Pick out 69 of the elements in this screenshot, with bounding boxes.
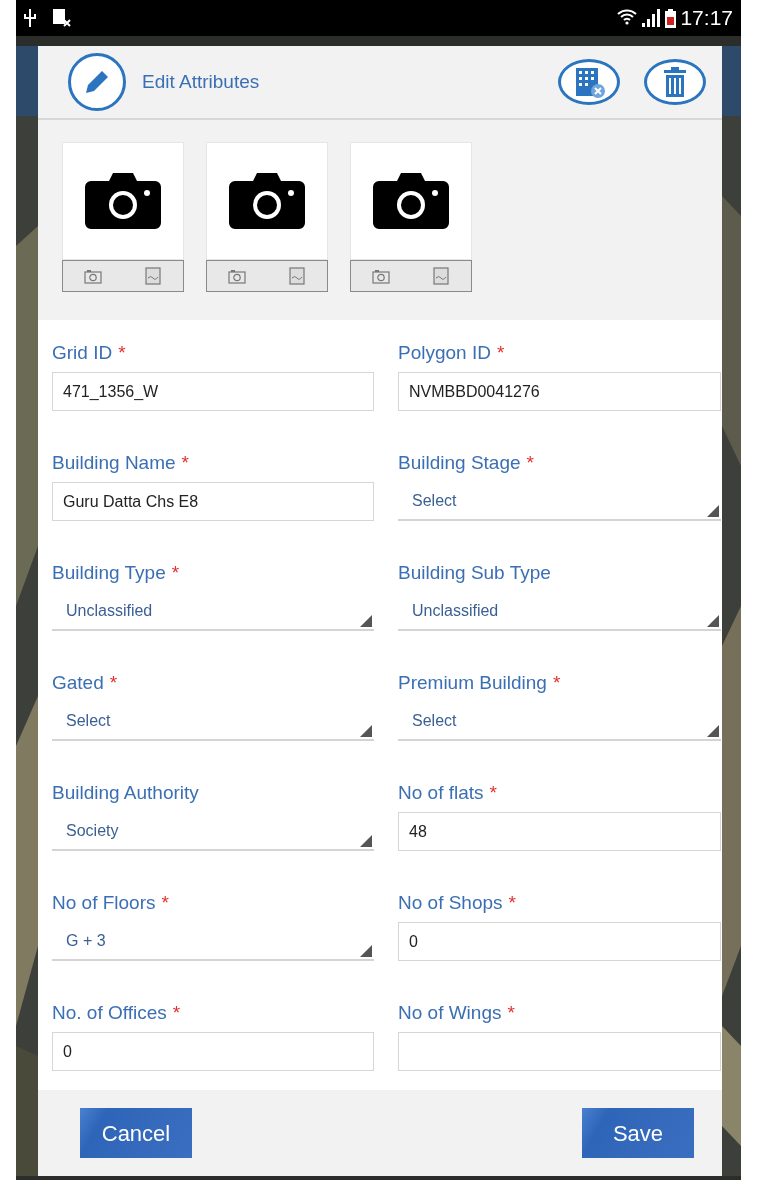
required-mark: * xyxy=(496,340,505,365)
required-mark: * xyxy=(118,340,126,365)
save-button[interactable]: Save xyxy=(582,1108,694,1158)
input-field[interactable] xyxy=(398,1032,721,1071)
field-label: Building Type xyxy=(52,560,166,585)
image-icon xyxy=(145,267,161,285)
battery-icon xyxy=(665,8,677,28)
signal-icon xyxy=(641,9,662,27)
dropdown[interactable]: Select xyxy=(52,702,374,741)
photo-placeholder[interactable] xyxy=(350,142,472,260)
field-label: Building Name xyxy=(52,450,176,475)
dropdown[interactable]: G + 3 xyxy=(52,922,374,961)
input-field[interactable]: NVMBBD0041276 xyxy=(398,372,721,411)
field-label: Building Authority xyxy=(52,780,199,805)
dropdown[interactable]: Select xyxy=(398,482,721,521)
image-icon xyxy=(433,267,449,285)
field-label: Premium Building xyxy=(398,670,547,695)
dropdown[interactable]: Unclassified xyxy=(52,592,374,631)
input-field[interactable]: 0 xyxy=(52,1032,374,1071)
input-field[interactable]: Guru Datta Chs E8 xyxy=(52,482,374,521)
field-label: No of Floors xyxy=(52,890,156,915)
field-label: No. of Offices xyxy=(52,1000,167,1025)
trash-icon xyxy=(662,67,688,97)
required-mark: * xyxy=(526,450,534,475)
photo-placeholder[interactable] xyxy=(62,142,184,260)
field-label: Building Stage xyxy=(398,450,521,475)
field-label: No of Shops xyxy=(398,890,503,915)
field-label: No of flats xyxy=(398,780,484,805)
camera-icon xyxy=(228,268,246,284)
image-icon xyxy=(289,267,305,285)
required-mark: * xyxy=(507,1000,515,1025)
required-mark: * xyxy=(161,890,169,915)
camera-icon xyxy=(372,268,390,284)
clock-time: 17:17 xyxy=(680,5,733,32)
input-field[interactable]: 0 xyxy=(398,922,721,961)
photo-placeholder[interactable] xyxy=(206,142,328,260)
required-mark: * xyxy=(489,780,497,805)
dropdown-arrow-icon xyxy=(707,615,719,627)
field-label: No of Wings xyxy=(398,1000,502,1025)
input-field[interactable]: 471_1356_W xyxy=(52,372,374,411)
required-mark: * xyxy=(109,670,118,695)
camera-icon xyxy=(84,268,102,284)
dropdown-arrow-icon xyxy=(360,945,372,957)
field-label: Building Sub Type xyxy=(398,560,551,585)
usb-icon xyxy=(24,9,36,27)
required-mark: * xyxy=(171,560,180,585)
required-mark: * xyxy=(181,450,189,475)
sim-card-icon xyxy=(52,8,72,28)
dialog-title: Edit Attributes xyxy=(142,69,260,94)
input-field[interactable]: 48 xyxy=(398,812,721,851)
dropdown-arrow-icon xyxy=(707,725,719,737)
required-mark: * xyxy=(172,1000,181,1025)
dropdown[interactable]: Unclassified xyxy=(398,592,721,631)
dropdown[interactable]: Select xyxy=(398,702,721,741)
required-mark: * xyxy=(552,670,561,695)
camera-icon xyxy=(85,173,161,229)
edit-button[interactable] xyxy=(68,53,126,111)
field-label: Gated xyxy=(52,670,104,695)
dropdown-arrow-icon xyxy=(707,505,719,517)
field-label: Polygon ID xyxy=(398,340,491,365)
required-mark: * xyxy=(508,890,516,915)
dropdown-arrow-icon xyxy=(360,725,372,737)
dropdown-arrow-icon xyxy=(360,615,372,627)
dropdown[interactable]: Society xyxy=(52,812,374,851)
camera-icon xyxy=(229,173,305,229)
field-label: Grid ID xyxy=(52,340,113,365)
dropdown-arrow-icon xyxy=(360,835,372,847)
camera-icon xyxy=(373,173,449,229)
cancel-button[interactable]: Cancel xyxy=(80,1108,192,1158)
